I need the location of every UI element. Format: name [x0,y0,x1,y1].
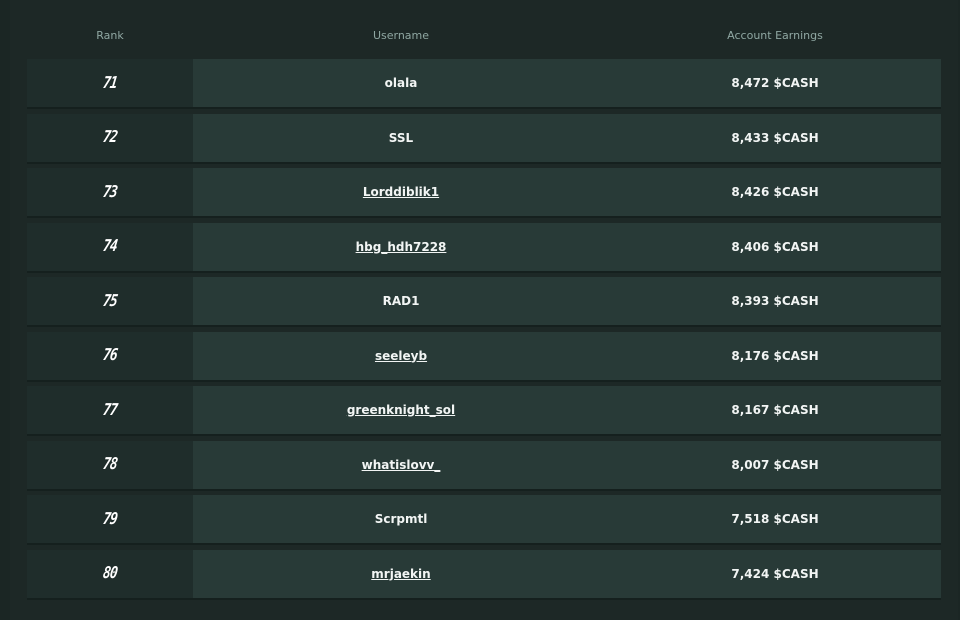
table-row: 74 hbg_hdh7228 8,406 $CASH [27,222,941,271]
rank-number: 77 [101,400,119,420]
username-link[interactable]: hbg_hdh7228 [193,223,609,271]
table-row: 78 whatislovv_ 8,007 $CASH [27,440,941,489]
rank-number: 79 [101,509,119,529]
rank-number: 78 [101,455,119,474]
rank-cell: 72 [27,113,193,162]
leaderboard-page: Rank Username Account Earnings 71 olala 8,… [0,0,960,620]
earnings-cell: 8,176 $CASH [731,348,819,363]
username-link[interactable]: seeleyb [193,332,609,380]
earnings-cell: 8,167 $CASH [731,403,819,417]
username-column-header: Username [372,29,430,42]
table-row: 80 mrjaekin 7,424 $CASH [27,549,941,598]
rank-cell: 77 [27,386,193,434]
username-cell: RAD1 [382,294,420,308]
table-row: 73 Lorddiblik1 8,426 $CASH [27,168,941,216]
rank-cell: 80 [27,549,193,598]
earnings-cell: 8,426 $CASH [731,185,819,199]
rank-cell: 71 [27,59,193,107]
username-cell: olala [384,76,418,90]
table-row: 76 seeleyb 8,176 $CASH [27,331,941,380]
table-row: 75 RAD1 8,393 $CASH [27,277,941,325]
username-link[interactable]: whatislovv_ [193,441,609,489]
table-row: 79 Scrpmtl 7,518 $CASH [27,495,941,543]
earnings-column-header: Account Earnings [727,29,823,42]
table-row: 72 SSL 8,433 $CASH [27,113,941,162]
table-header: Rank Username Account Earnings [27,26,941,46]
table-row: 71 olala 8,472 $CASH [27,59,941,107]
username-link[interactable]: mrjaekin [193,550,609,598]
username-cell: Scrpmtl [374,512,428,526]
rank-cell: 79 [27,495,193,543]
leaderboard-rows: 71 olala 8,472 $CASH 72 SSL 8,433 $CASH 73 Lord… [27,59,941,604]
earnings-cell: 8,007 $CASH [731,457,819,472]
table-row: 77 greenknight_sol 8,167 $CASH [27,386,941,434]
rank-number: 75 [101,291,119,311]
rank-cell: 75 [27,277,193,325]
earnings-cell: 8,393 $CASH [731,294,819,308]
rank-column-header: Rank [96,29,124,42]
rank-cell: 76 [27,331,193,380]
rank-number: 74 [101,237,119,256]
username-link[interactable]: Lorddiblik1 [193,168,609,216]
username-cell: SSL [388,130,414,145]
rank-number: 72 [101,128,119,147]
earnings-cell: 7,518 $CASH [731,512,819,526]
username-link[interactable]: greenknight_sol [193,386,609,434]
rank-cell: 78 [27,440,193,489]
earnings-cell: 8,433 $CASH [731,130,819,145]
rank-cell: 74 [27,222,193,271]
earnings-cell: 8,406 $CASH [731,239,819,254]
earnings-cell: 8,472 $CASH [731,76,819,90]
rank-number: 73 [101,182,119,202]
rank-cell: 73 [27,168,193,216]
rank-number: 80 [101,564,119,583]
earnings-cell: 7,424 $CASH [731,566,819,581]
rank-number: 71 [101,73,119,93]
rank-number: 76 [101,346,119,365]
